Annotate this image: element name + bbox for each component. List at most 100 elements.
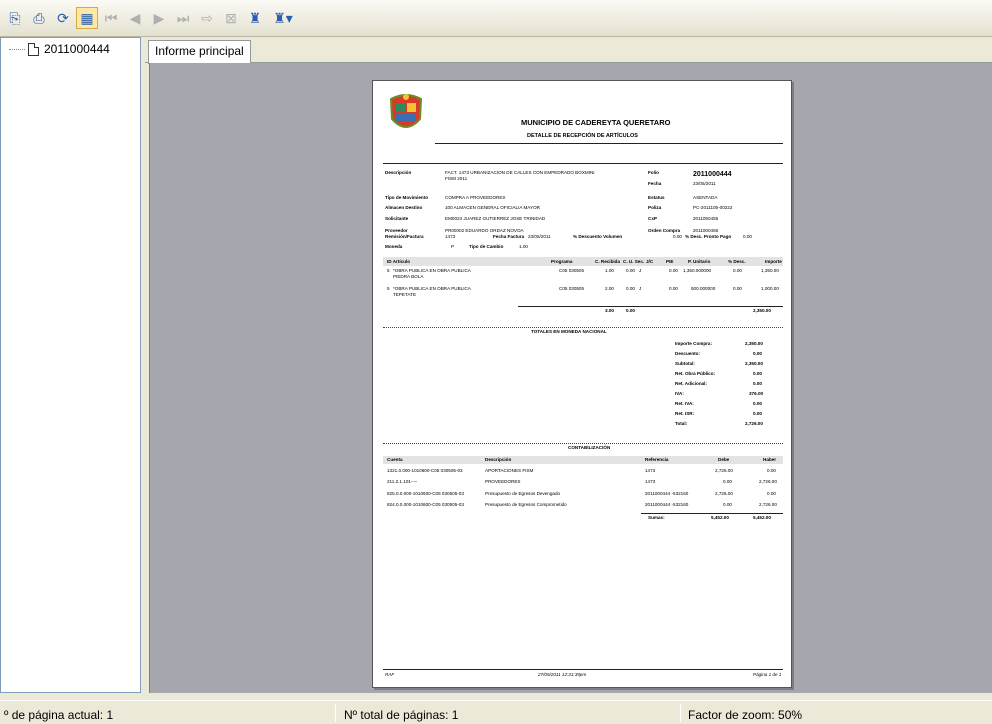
status-bar: º de página actual: 1 Nº total de página… bbox=[0, 700, 992, 724]
report-text: IVA: bbox=[675, 391, 684, 396]
report-text: 1321.0.000-1010600-C05 030505-03 bbox=[387, 468, 463, 473]
report-text: COMPRA A PROVEEDORES bbox=[445, 195, 506, 200]
report-text: 0.00 bbox=[767, 491, 776, 496]
print-button[interactable]: ⎙ bbox=[28, 7, 50, 29]
report-text: 100 ALMACEN GENERAL OFICIALIA MAYOR bbox=[445, 205, 540, 210]
export-button[interactable]: ⎘ bbox=[4, 7, 26, 29]
toggle-tree-button[interactable]: ▦ bbox=[76, 7, 98, 29]
tree-connector bbox=[9, 48, 25, 50]
tab-main-report[interactable]: Informe principal bbox=[148, 40, 251, 64]
report-text: 0.00 bbox=[753, 351, 762, 356]
refresh-button[interactable]: ⟳ bbox=[52, 7, 74, 29]
report-text: 1473 bbox=[645, 468, 656, 473]
report-text: PR00002 EDUARDO ORDAZ NOVOA bbox=[445, 228, 524, 233]
report-text: Ret. Obra Público: bbox=[675, 371, 716, 376]
report-text: % Descuento Volumen bbox=[573, 234, 623, 239]
report-text: 0.00 bbox=[753, 411, 762, 416]
report-text: 27/05/2011 12:31:39pm bbox=[538, 672, 587, 677]
report-title: DETALLE DE RECEPCIÓN DE ARTÍCULOS bbox=[527, 133, 638, 139]
report-text: 5 bbox=[387, 286, 390, 291]
report-text: 2.00 bbox=[605, 286, 614, 291]
report-text: 824.0.0.000-1010600-C05 030505-03 bbox=[387, 502, 464, 507]
zoom-status: Factor de zoom: 50% bbox=[688, 708, 803, 722]
report-text: Tipo de Movimiento bbox=[385, 195, 429, 200]
next-page-icon: ▶ bbox=[153, 9, 165, 26]
report-text: Haber bbox=[763, 457, 777, 462]
go-to-page-button[interactable]: ⇨ bbox=[196, 7, 218, 29]
report-text: C. U. Sec. bbox=[623, 259, 645, 264]
report-text: Subtotal: bbox=[675, 361, 695, 366]
report-text: Folio bbox=[648, 170, 659, 175]
report-text: 0.00 bbox=[669, 286, 678, 291]
zoom-button[interactable]: ♜▾ bbox=[268, 7, 298, 29]
report-text: 5,452.00 bbox=[711, 515, 729, 520]
report-text: Cuenta bbox=[387, 457, 403, 462]
report-text: P. Unitario bbox=[688, 259, 711, 264]
next-page-button[interactable]: ▶ bbox=[148, 7, 170, 29]
report-text: 5,452.00 bbox=[753, 515, 771, 520]
report-text: 2011000466 bbox=[693, 228, 719, 233]
report-text: 2011050455 bbox=[693, 216, 719, 221]
report-text: 2011000444 -532160 bbox=[645, 502, 689, 507]
report-text: Descuento: bbox=[675, 351, 701, 356]
report-text: % Desc. Pronto Pago bbox=[685, 234, 732, 239]
report-text: C. Recibida bbox=[595, 259, 621, 264]
report-viewer[interactable]: MUNICIPIO DE CADEREYTA QUERETARO DETALLE… bbox=[149, 63, 992, 693]
tree-node[interactable]: 2011000444 bbox=[9, 42, 110, 56]
search-button[interactable]: ♜ bbox=[244, 7, 266, 29]
previous-page-button[interactable]: ◀ bbox=[124, 7, 146, 29]
report-text: Poliza bbox=[648, 205, 662, 210]
report-text: 1.00 bbox=[519, 244, 528, 249]
report-text: 0.00 bbox=[753, 381, 762, 386]
report-text: 0.00 bbox=[767, 468, 776, 473]
report-text: 23/05/2011 bbox=[528, 234, 551, 239]
export-icon: ⎘ bbox=[9, 9, 21, 26]
report-text: 2,726.00 bbox=[715, 468, 733, 473]
last-page-icon: ⏭ bbox=[176, 9, 190, 26]
descripcion-value: FACT. 1473 URBANIZACION DE CALLES CON EM… bbox=[445, 170, 595, 175]
report-text: 0.00 bbox=[669, 268, 678, 273]
report-text: P bbox=[451, 244, 455, 249]
report-text: Presupuesto de Egresos Devengado bbox=[485, 491, 561, 496]
report-text: Fecha Factura bbox=[493, 234, 525, 239]
report-text: J bbox=[639, 286, 642, 291]
group-tree-panel: 2011000444 bbox=[0, 37, 141, 693]
report-text: Ret. ISR: bbox=[675, 411, 695, 416]
report-text: *OBRA PUBLICA EN OBRA PUBLICA bbox=[393, 268, 471, 273]
last-page-button[interactable]: ⏭ bbox=[172, 7, 194, 29]
report-text: 0.00 bbox=[753, 401, 762, 406]
report-text: 2,350.00 bbox=[745, 341, 763, 346]
report-text: 0.00 bbox=[626, 286, 635, 291]
report-text: 825.0.0.000-1010600-C05 030505-03 bbox=[387, 491, 464, 496]
stop-button[interactable]: ⊠ bbox=[220, 7, 242, 29]
report-text: Presupuesto de Egresos Comprometido bbox=[485, 502, 567, 507]
report-text: 0.00 bbox=[753, 371, 762, 376]
report-text: 2,726.00 bbox=[759, 502, 777, 507]
report-text: EM0023 JUAREZ GUTIERREZ JOSE TRINIDAD bbox=[445, 216, 546, 221]
report-text: 23/05/2011 bbox=[693, 181, 716, 186]
report-text: J/C bbox=[646, 259, 654, 264]
report-text: Estatus bbox=[648, 195, 665, 200]
report-text: RAF bbox=[385, 672, 395, 677]
report-text: C05 030505 bbox=[559, 286, 585, 291]
report-text: Sumas: bbox=[648, 515, 665, 520]
report-page: MUNICIPIO DE CADEREYTA QUERETARO DETALLE… bbox=[372, 80, 792, 688]
print-icon: ⎙ bbox=[33, 9, 45, 26]
report-text: Almacen Destino bbox=[385, 205, 423, 210]
report-text: 0.00 bbox=[626, 268, 635, 273]
report-text: Referencia bbox=[645, 457, 669, 462]
report-text: 2,726.00 bbox=[745, 421, 763, 426]
toolbar: ⎘ ⎙ ⟳ ▦ ⏮ ◀ ▶ ⏭ ⇨ ⊠ ♜ ♜▾ bbox=[0, 0, 992, 37]
items-header-bar bbox=[383, 257, 783, 266]
report-text: 0.00 bbox=[733, 286, 742, 291]
tab-bar: Informe principal bbox=[145, 37, 992, 64]
tree-node-label[interactable]: 2011000444 bbox=[44, 42, 110, 56]
previous-page-icon: ◀ bbox=[129, 9, 141, 26]
report-text: Descripción bbox=[385, 170, 412, 175]
report-text: ASENTADA bbox=[693, 195, 718, 200]
report-text: Orden Compra bbox=[648, 228, 681, 233]
report-text: Fecha bbox=[648, 181, 662, 186]
report-text: PIEDRA BOLA bbox=[393, 274, 424, 279]
report-text: 0.00 bbox=[626, 308, 635, 313]
first-page-button[interactable]: ⏮ bbox=[100, 7, 122, 29]
